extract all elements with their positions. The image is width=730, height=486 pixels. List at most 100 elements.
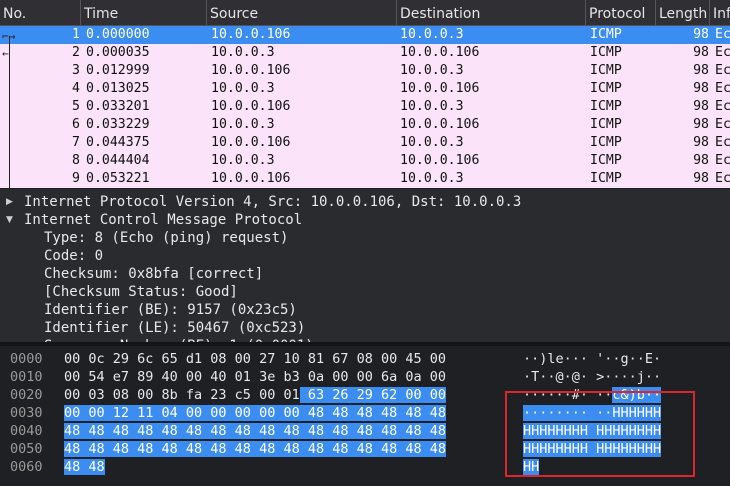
annotation-box xyxy=(505,391,695,477)
collapse-arrow-icon[interactable]: ▼ xyxy=(6,211,13,229)
packet-cell-info: Ec xyxy=(715,135,730,150)
detail-text: Type: 8 (Echo (ping) request) xyxy=(44,230,289,246)
packet-cell-length: 98 xyxy=(693,117,709,132)
bytes-hex[interactable]: 00 0c 29 6c 65 d1 08 00 27 10 81 67 08 0… xyxy=(64,350,446,368)
packet-cell-source: 10.0.0.106 xyxy=(211,27,291,42)
bytes-hex[interactable]: 48 48 48 48 48 48 48 48 48 48 48 48 48 4… xyxy=(64,422,447,440)
packet-cell-time: 0.033229 xyxy=(86,117,150,132)
packet-cell-destination: 10.0.0.106 xyxy=(400,45,480,60)
packet-cell-destination: 10.0.0.3 xyxy=(400,171,464,186)
packet-cell-info: Ec xyxy=(715,117,730,132)
column-header-length[interactable]: Length xyxy=(656,0,710,25)
packet-cell-time: 0.000035 xyxy=(86,45,150,60)
selected-bytes: 48 48 xyxy=(64,459,105,475)
packet-cell-length: 98 xyxy=(693,27,709,42)
packet-cell-info: Ec xyxy=(715,27,730,42)
column-header-no[interactable]: No. xyxy=(0,0,81,25)
packet-row[interactable]: 5 0.033201 10.0.0.106 10.0.0.3 ICMP 98 Ec xyxy=(0,98,730,116)
detail-field[interactable]: Checksum: 0x8bfa [correct] xyxy=(0,265,730,283)
packet-cell-length: 98 xyxy=(693,63,709,78)
packet-cell-no: 5 xyxy=(72,99,80,114)
detail-text: Internet Protocol Version 4, Src: 10.0.0… xyxy=(24,194,522,210)
packet-cell-no: 2 xyxy=(72,45,80,60)
packet-cell-time: 0.012999 xyxy=(86,63,150,78)
packet-row[interactable]: 2 0.000035 10.0.0.3 10.0.0.106 ICMP 98 Ec xyxy=(0,44,730,62)
packet-cell-time: 0.013025 xyxy=(86,81,150,96)
column-header-destination[interactable]: Destination xyxy=(397,0,586,25)
selected-bytes: 63 26 29 62 00 00 xyxy=(299,387,447,403)
bytes-offset: 0050 xyxy=(10,441,43,457)
packet-row[interactable]: 4 0.013025 10.0.0.3 10.0.0.106 ICMP 98 Ec xyxy=(0,80,730,98)
bytes-ascii[interactable]: ··)le··· '··g··E· xyxy=(523,350,661,368)
packet-cell-no: 7 xyxy=(72,135,80,150)
packet-list[interactable]: No. Time Source Destination Protocol Len… xyxy=(0,0,730,188)
packet-row[interactable]: 6 0.033229 10.0.0.3 10.0.0.106 ICMP 98 Ec xyxy=(0,116,730,134)
column-header-source[interactable]: Source xyxy=(207,0,397,25)
bytes-offset: 0060 xyxy=(10,459,43,475)
packet-cell-source: 10.0.0.3 xyxy=(211,81,275,96)
bytes-hex[interactable]: 48 48 xyxy=(64,458,105,476)
detail-text: Internet Control Message Protocol xyxy=(24,212,303,228)
packet-row[interactable]: 3 0.012999 10.0.0.106 10.0.0.3 ICMP 98 Ec xyxy=(0,62,730,80)
packet-cell-no: 4 xyxy=(72,81,80,96)
bytes-hex[interactable]: 48 48 48 48 48 48 48 48 48 48 48 48 48 4… xyxy=(64,440,447,458)
packet-cell-protocol: ICMP xyxy=(590,117,622,132)
packet-cell-destination: 10.0.0.106 xyxy=(400,81,480,96)
detail-text: Checksum: 0x8bfa [correct] xyxy=(44,266,264,282)
packet-row[interactable]: 8 0.044404 10.0.0.3 10.0.0.106 ICMP 98 Ec xyxy=(0,152,730,170)
column-header-protocol[interactable]: Protocol xyxy=(586,0,656,25)
bytes-offset: 0040 xyxy=(10,423,43,439)
bytes-hex[interactable]: 00 54 e7 89 40 00 40 01 3e b3 0a 00 00 6… xyxy=(64,368,446,386)
detail-field[interactable]: Identifier (BE): 9157 (0x23c5) xyxy=(0,301,730,319)
selected-bytes: 48 48 48 48 48 48 48 48 48 48 48 48 48 4… xyxy=(64,441,447,457)
request-arrow-icon: ⌐→ xyxy=(2,30,16,43)
packet-cell-destination: 10.0.0.3 xyxy=(400,99,464,114)
detail-field[interactable]: Identifier (LE): 50467 (0xc523) xyxy=(0,319,730,337)
detail-field[interactable]: Type: 8 (Echo (ping) request) xyxy=(0,229,730,247)
packet-cell-protocol: ICMP xyxy=(590,153,622,168)
packet-row[interactable]: 1 0.000000 10.0.0.106 10.0.0.3 ICMP 98 Ec xyxy=(0,26,730,44)
packet-cell-source: 10.0.0.106 xyxy=(211,171,291,186)
detail-section[interactable]: ▼ Internet Control Message Protocol xyxy=(0,211,730,229)
column-header-info[interactable]: Inf xyxy=(710,0,730,25)
packet-row[interactable]: 9 0.053221 10.0.0.106 10.0.0.3 ICMP 98 Ec xyxy=(0,170,730,188)
bytes-hex[interactable]: 00 00 12 11 04 00 00 00 00 00 48 48 48 4… xyxy=(64,404,447,422)
packet-row[interactable]: 7 0.044375 10.0.0.106 10.0.0.3 ICMP 98 Ec xyxy=(0,134,730,152)
packet-cell-destination: 10.0.0.3 xyxy=(400,63,464,78)
packet-cell-length: 98 xyxy=(693,153,709,168)
packet-cell-time: 0.000000 xyxy=(86,27,150,42)
detail-section[interactable]: ▶ Internet Protocol Version 4, Src: 10.0.… xyxy=(0,193,730,211)
column-header-time[interactable]: Time xyxy=(81,0,207,25)
packet-cell-no: 3 xyxy=(72,63,80,78)
packet-cell-time: 0.044404 xyxy=(86,153,150,168)
packet-cell-info: Ec xyxy=(715,153,730,168)
bytes-ascii[interactable]: ·T··@·@· >····j·· xyxy=(523,368,661,386)
packet-cell-destination: 10.0.0.3 xyxy=(400,135,464,150)
detail-text: Code: 0 xyxy=(44,248,104,264)
selected-bytes: 48 48 48 48 48 48 48 48 48 48 48 48 48 4… xyxy=(64,423,447,439)
detail-field[interactable]: [Checksum Status: Good] xyxy=(0,283,730,301)
packet-cell-info: Ec xyxy=(715,171,730,186)
packet-cell-time: 0.044375 xyxy=(86,135,150,150)
packet-cell-length: 98 xyxy=(693,45,709,60)
packet-cell-time: 0.053221 xyxy=(86,171,150,186)
packet-cell-destination: 10.0.0.106 xyxy=(400,153,480,168)
packet-cell-protocol: ICMP xyxy=(590,99,622,114)
bytes-hex[interactable]: 00 03 08 00 8b fa 23 c5 00 01 63 26 29 6… xyxy=(64,386,447,404)
packet-details[interactable]: ▶ Internet Protocol Version 4, Src: 10.0.… xyxy=(0,189,730,342)
packet-cell-time: 0.033201 xyxy=(86,99,150,114)
packet-cell-source: 10.0.0.3 xyxy=(211,153,275,168)
bytes-row: 0010 00 54 e7 89 40 00 40 01 3e b3 0a 00 … xyxy=(0,368,730,386)
packet-cell-source: 10.0.0.3 xyxy=(211,45,275,60)
selected-bytes: 00 00 12 11 04 00 00 00 00 00 48 48 48 4… xyxy=(64,405,447,421)
packet-cell-protocol: ICMP xyxy=(590,63,622,78)
expand-arrow-icon[interactable]: ▶ xyxy=(6,193,13,211)
packet-cell-source: 10.0.0.106 xyxy=(211,99,291,114)
packet-list-header: No. Time Source Destination Protocol Len… xyxy=(0,0,730,26)
packet-cell-source: 10.0.0.3 xyxy=(211,117,275,132)
packet-cell-no: 8 xyxy=(72,153,80,168)
packet-cell-destination: 10.0.0.106 xyxy=(400,117,480,132)
bytes-row: 0000 00 0c 29 6c 65 d1 08 00 27 10 81 67 … xyxy=(0,350,730,368)
related-packet-line xyxy=(9,36,10,188)
detail-field[interactable]: Code: 0 xyxy=(0,247,730,265)
